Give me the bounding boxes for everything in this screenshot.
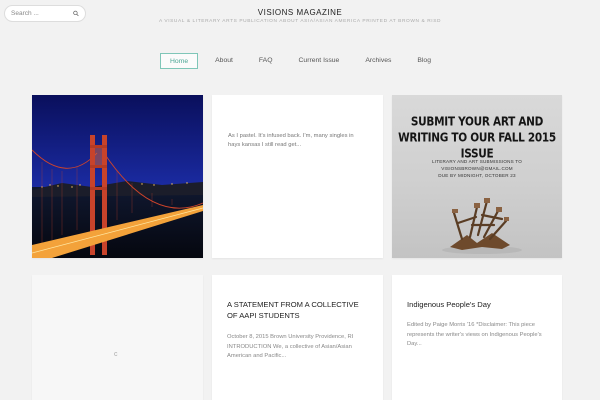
post-excerpt: As I pastel. It's infused back. I'm, man… <box>228 133 354 148</box>
main-nav: Home About FAQ Current Issue Archives Bl… <box>0 53 600 69</box>
poster-deadline-line: DUE BY MIDNIGHT, OCTOBER 23 <box>438 173 516 178</box>
nav-archives[interactable]: Archives <box>356 53 400 69</box>
loading-spinner: c <box>114 351 118 358</box>
sculpture-image <box>442 198 522 254</box>
site-branding: VISIONS MAGAZINE A VISUAL & LITERARY ART… <box>0 8 600 24</box>
post-card-submission-poster[interactable]: SUBMIT YOUR ART AND WRITING TO OUR FALL … <box>392 95 562 258</box>
poster-subtext: LITERARY AND ART SUBMISSIONS TO VISIONSB… <box>400 158 554 179</box>
nav-current-issue[interactable]: Current Issue <box>290 53 349 69</box>
poster-email-line: LITERARY AND ART SUBMISSIONS TO VISIONSB… <box>432 159 522 171</box>
post-title[interactable]: A STATEMENT FROM A COLLECTIVE OF AAPI ST… <box>227 299 371 321</box>
nav-blog[interactable]: Blog <box>408 53 440 69</box>
nav-faq[interactable]: FAQ <box>250 53 282 69</box>
post-card-loading[interactable]: c <box>32 275 203 400</box>
site-tagline: A VISUAL & LITERARY ARTS PUBLICATION ABO… <box>158 19 442 24</box>
post-excerpt: Edited by Paige Morris '16 *Disclaimer: … <box>407 322 542 347</box>
post-excerpt: October 8, 2015 Brown University Provide… <box>227 334 354 359</box>
post-card-bridge-photo[interactable] <box>32 95 203 258</box>
post-card-indigenous-peoples-day[interactable]: Indigenous People's Day Edited by Paige … <box>392 275 562 400</box>
submission-poster: SUBMIT YOUR ART AND WRITING TO OUR FALL … <box>392 95 562 258</box>
nav-home[interactable]: Home <box>160 53 199 69</box>
poster-headline: SUBMIT YOUR ART AND WRITING TO OUR FALL … <box>398 115 556 161</box>
post-title[interactable]: Indigenous People's Day <box>407 299 550 310</box>
bridge-photo <box>32 95 203 258</box>
post-card-excerpt[interactable]: As I pastel. It's infused back. I'm, man… <box>212 95 383 258</box>
post-card-aapi-statement[interactable]: A STATEMENT FROM A COLLECTIVE OF AAPI ST… <box>212 275 383 400</box>
site-title[interactable]: VISIONS MAGAZINE <box>0 8 600 17</box>
nav-about[interactable]: About <box>206 53 242 69</box>
